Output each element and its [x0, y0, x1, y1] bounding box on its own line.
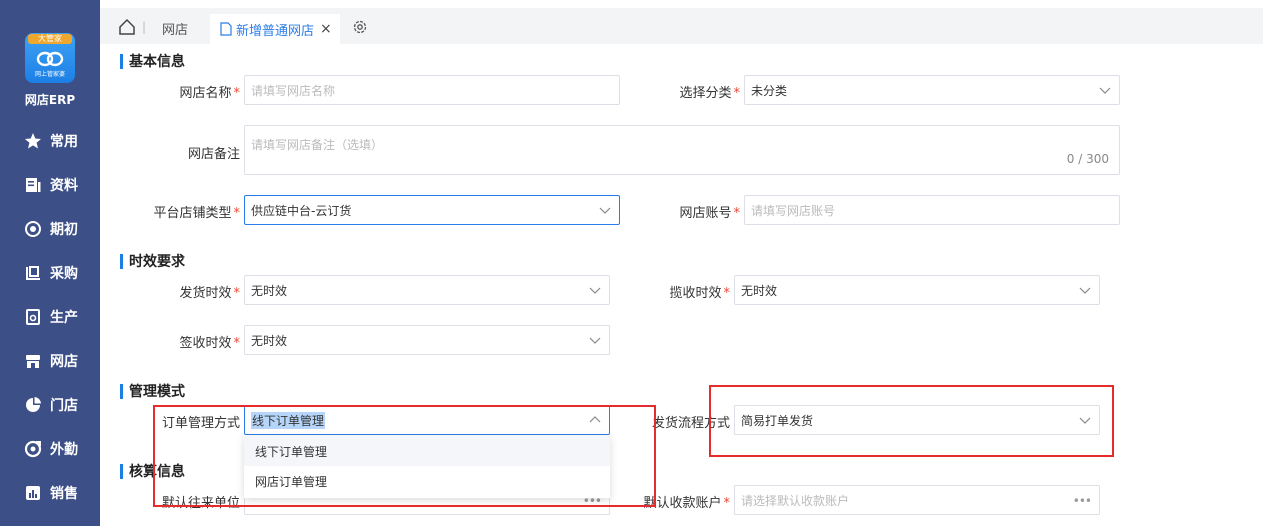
- remark-textarea[interactable]: 请填写网店备注（选填） 0 / 300: [244, 125, 1120, 175]
- sidebar-item-label: 生产: [50, 310, 78, 326]
- section-basic-info: 基本信息: [120, 51, 185, 71]
- sign-time-select[interactable]: 无时效: [244, 325, 610, 355]
- close-icon[interactable]: ×: [320, 21, 332, 37]
- star-icon: [25, 133, 41, 149]
- sidebar-item-store[interactable]: 网店: [0, 339, 100, 383]
- chevron-down-icon: [1099, 87, 1111, 94]
- store-name-input[interactable]: 请填写网店名称: [244, 75, 620, 105]
- category-label: 选择分类 *: [679, 86, 740, 101]
- tab-new-store[interactable]: 新增普通网店 ×: [210, 14, 340, 44]
- home-icon[interactable]: [118, 18, 136, 36]
- app-logo[interactable]: 大管家 网上管家婆: [25, 33, 75, 83]
- logo-ribbon: 大管家: [28, 34, 72, 44]
- remark-label: 网店备注: [187, 147, 240, 162]
- gear-icon[interactable]: [352, 19, 368, 35]
- store-account-label: 网店账号 *: [679, 206, 740, 221]
- sidebar-item-purchase[interactable]: 采购: [0, 251, 100, 295]
- pickup-time-label: 揽收时效 *: [669, 286, 730, 301]
- platform-type-label: 平台店铺类型 *: [153, 206, 240, 221]
- section-title: 管理模式: [129, 384, 185, 400]
- section-title: 时效要求: [129, 254, 185, 270]
- platform-type-select[interactable]: 供应链中台-云订货: [244, 195, 620, 225]
- category-select[interactable]: 未分类: [744, 75, 1120, 105]
- tab-store[interactable]: 网店: [162, 19, 188, 38]
- sidebar-item-label: 资料: [50, 178, 78, 194]
- sign-time-label: 签收时效 *: [179, 336, 240, 351]
- chevron-down-icon: [589, 337, 601, 344]
- sidebar-item-field[interactable]: 外勤: [0, 427, 100, 471]
- sidebar-item-data[interactable]: 资料: [0, 163, 100, 207]
- ship-time-label: 发货时效 *: [179, 286, 240, 301]
- chart-icon: [26, 486, 40, 500]
- sidebar-item-label: 期初: [50, 222, 78, 238]
- sidebar-item-sales[interactable]: 销售: [0, 471, 100, 515]
- sidebar-item-label: 外勤: [50, 442, 78, 458]
- logo-subtitle: 网上管家婆: [34, 71, 65, 78]
- sidebar-item-label: 网店: [50, 354, 78, 370]
- field-icon: [24, 440, 42, 458]
- sidebar-item-label: 销售: [50, 486, 78, 502]
- divider: |: [142, 20, 147, 34]
- highlight-box: [153, 405, 656, 507]
- shop-cart-icon: [26, 266, 40, 280]
- tab-bar: | 网店 新增普通网店 ×: [100, 8, 1263, 44]
- more-icon[interactable]: •••: [1073, 494, 1092, 508]
- sidebar-item-label: 常用: [50, 134, 78, 150]
- production-icon: [26, 309, 40, 325]
- sidebar-item-initial[interactable]: 期初: [0, 207, 100, 251]
- default-account-input[interactable]: 请选择默认收款账户 •••: [734, 485, 1100, 515]
- brand-name: 网店ERP: [24, 93, 76, 107]
- section-title: 基本信息: [129, 54, 185, 70]
- cloud-logo-icon: [36, 51, 64, 67]
- sidebar-item-production[interactable]: 生产: [0, 295, 100, 339]
- chevron-down-icon: [589, 287, 601, 294]
- sidebar-item-common[interactable]: 常用: [0, 119, 100, 163]
- section-timing: 时效要求: [120, 251, 185, 271]
- sidebar-item-shop[interactable]: 门店: [0, 383, 100, 427]
- document-icon: [220, 22, 232, 36]
- store-icon: [26, 355, 40, 368]
- ship-time-select[interactable]: 无时效: [244, 275, 610, 305]
- highlight-box: [709, 385, 1114, 457]
- sidebar-item-label: 门店: [50, 398, 78, 414]
- tab-label: 新增普通网店: [236, 23, 315, 39]
- char-counter: 0 / 300: [1066, 152, 1109, 166]
- target-icon: [25, 221, 41, 237]
- store-account-input[interactable]: 请填写网店账号: [744, 195, 1120, 225]
- document-icon: [26, 178, 41, 192]
- pie-icon: [26, 397, 41, 412]
- chevron-down-icon: [1079, 287, 1091, 294]
- sidebar: 大管家 网上管家婆 网店ERP 常用 资料 期初 采购 生产 网店 门店 外勤: [0, 0, 100, 526]
- chevron-down-icon: [599, 207, 611, 214]
- pickup-time-select[interactable]: 无时效: [734, 275, 1100, 305]
- sidebar-item-label: 采购: [50, 266, 78, 282]
- section-management: 管理模式: [120, 381, 185, 401]
- store-name-label: 网店名称 *: [179, 86, 240, 101]
